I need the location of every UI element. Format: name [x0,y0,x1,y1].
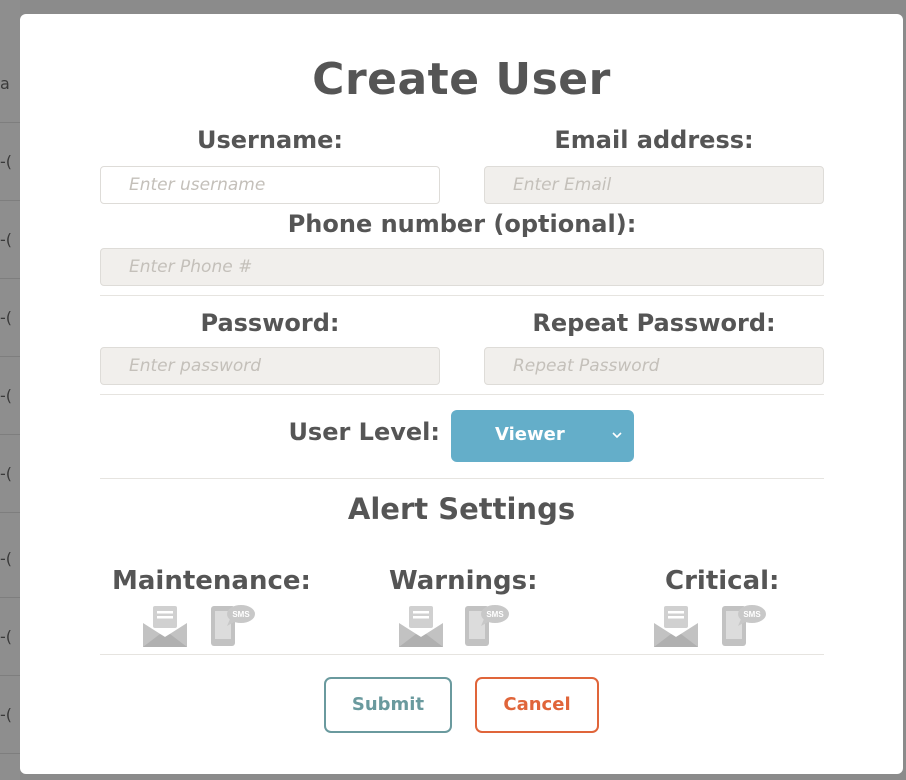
create-user-modal: Create User Username: Email address: Pho… [20,14,903,774]
email-input[interactable] [484,166,824,204]
background-cell: -( [0,123,20,201]
chevron-down-icon [612,428,622,442]
background-cell: -( [0,676,20,754]
warnings-email-icon[interactable] [398,605,444,653]
background-cell: -( [0,201,20,279]
phone-input[interactable] [100,248,824,286]
background-cell: -( [0,520,20,598]
submit-button[interactable]: Submit [324,677,452,733]
critical-sms-icon[interactable]: SMS [721,604,767,652]
sms-label: SMS [486,610,504,619]
section-divider [100,654,824,655]
username-input[interactable] [100,166,440,204]
background-table-column: a -( -( -( -( -( -( -( -( [0,0,20,780]
password-input[interactable] [100,347,440,385]
section-divider [100,394,824,395]
maintenance-label: Maintenance: [112,566,311,596]
maintenance-sms-icon[interactable]: SMS [210,604,256,652]
background-cell: -( [0,357,20,435]
background-cell: -( [0,598,20,676]
critical-label: Critical: [665,566,780,596]
user-level-value: Viewer [495,424,565,445]
critical-email-icon[interactable] [653,605,699,653]
maintenance-email-icon[interactable] [142,605,188,653]
password-label: Password: [200,309,340,337]
email-label: Email address: [554,126,754,154]
modal-title: Create User [312,54,611,105]
cancel-button[interactable]: Cancel [475,677,599,733]
warnings-label: Warnings: [389,566,538,596]
user-level-label: User Level: [288,418,440,446]
warnings-sms-icon[interactable]: SMS [464,604,510,652]
alert-settings-title: Alert Settings [347,492,576,526]
section-divider [100,478,824,479]
background-cell: a [0,45,20,123]
repeat-password-input[interactable] [484,347,824,385]
sms-label: SMS [232,610,250,619]
section-divider [100,295,824,296]
phone-label: Phone number (optional): [287,210,637,238]
repeat-password-label: Repeat Password: [532,309,776,337]
user-level-select[interactable]: Viewer [451,410,634,462]
background-cell: -( [0,279,20,357]
sms-label: SMS [743,610,761,619]
username-label: Username: [196,126,344,154]
background-cell: -( [0,435,20,513]
